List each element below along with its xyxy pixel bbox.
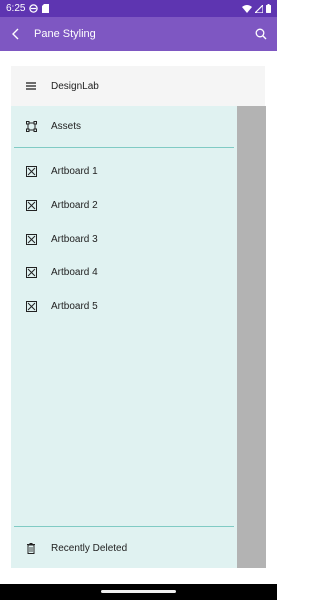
navigation-pane: DesignLab Assets Artboard 1 Artboard 2 A… <box>11 66 265 568</box>
nav-item-label: Artboard 1 <box>51 165 98 177</box>
artboard-icon <box>25 233 37 245</box>
nav-item-assets[interactable]: Assets <box>11 109 237 143</box>
nav-pane-header[interactable]: DesignLab <box>11 66 265 106</box>
nav-item-artboard-2[interactable]: Artboard 2 <box>11 188 237 222</box>
sim-card-icon <box>42 4 50 13</box>
wifi-icon <box>242 4 252 13</box>
artboard-icon <box>25 300 37 312</box>
artboard-icon <box>25 199 37 211</box>
nav-item-label: Artboard 5 <box>51 300 98 312</box>
signal-icon <box>255 4 263 13</box>
nav-footer-label: Recently Deleted <box>51 542 128 554</box>
page-title: Pane Styling <box>34 28 96 40</box>
nav-item-label: Artboard 4 <box>51 266 98 278</box>
selection-frame-icon <box>25 120 37 132</box>
data-saver-icon <box>29 4 39 13</box>
divider <box>14 147 234 148</box>
nav-item-artboard-3[interactable]: Artboard 3 <box>11 222 237 256</box>
nav-item-label: Artboard 2 <box>51 199 98 211</box>
nav-item-recently-deleted[interactable]: Recently Deleted <box>11 528 237 568</box>
artboard-icon <box>25 165 37 177</box>
nav-item-label: Assets <box>51 120 82 132</box>
trash-icon <box>25 542 37 554</box>
artboard-icon <box>25 266 37 278</box>
search-icon[interactable] <box>253 26 269 42</box>
status-bar: 6:25 <box>0 0 277 17</box>
hamburger-menu-icon[interactable] <box>25 80 37 92</box>
nav-item-artboard-5[interactable]: Artboard 5 <box>11 289 237 323</box>
home-indicator[interactable] <box>101 590 176 593</box>
nav-item-label: Artboard 3 <box>51 233 98 245</box>
nav-header-title: DesignLab <box>51 80 99 92</box>
divider <box>14 526 234 527</box>
chevron-left-icon[interactable] <box>8 26 24 42</box>
app-bar: Pane Styling <box>0 17 277 51</box>
status-time: 6:25 <box>6 3 26 14</box>
content-overlay[interactable] <box>237 106 266 568</box>
battery-icon <box>266 4 271 13</box>
nav-item-artboard-1[interactable]: Artboard 1 <box>11 154 237 188</box>
nav-item-artboard-4[interactable]: Artboard 4 <box>11 255 237 289</box>
